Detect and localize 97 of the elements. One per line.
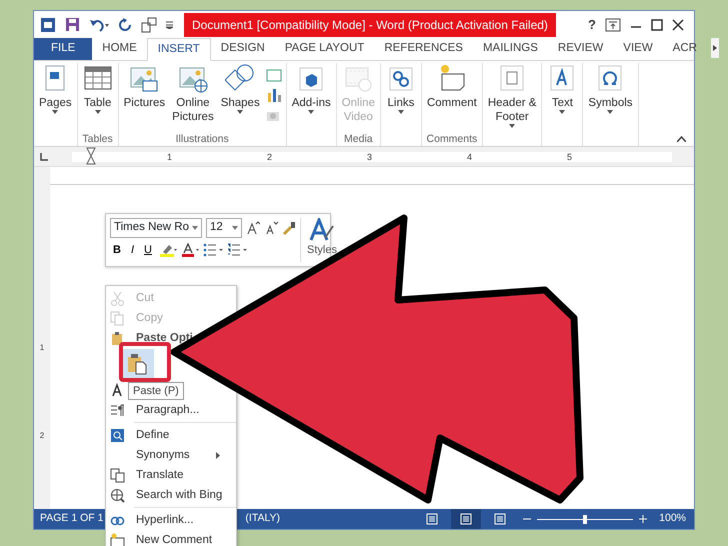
ribbon-tab[interactable]: DESIGN <box>210 38 275 60</box>
copy-icon <box>110 310 125 326</box>
save-icon[interactable] <box>65 17 80 32</box>
dropdown-caret-icon <box>232 226 238 230</box>
submenu-arrow-icon <box>216 452 220 458</box>
font-size-field[interactable]: 12 <box>206 218 242 238</box>
bullet-list-icon[interactable] <box>202 243 223 258</box>
print-layout-icon <box>460 513 472 525</box>
ribbon-button[interactable]: Add-ins <box>290 63 333 132</box>
app-logo-icon[interactable] <box>40 16 56 32</box>
screenshot-tool-icon[interactable] <box>264 67 283 83</box>
redo-icon[interactable] <box>118 18 132 32</box>
book-search-icon <box>110 428 125 442</box>
clipboard-icon <box>110 330 125 346</box>
paragraph-icon <box>110 402 125 418</box>
numbered-list-icon[interactable] <box>226 243 247 258</box>
ruler-number: 2 <box>266 152 272 162</box>
ribbon-button[interactable]: Text <box>545 63 580 132</box>
scissors-icon <box>110 290 125 306</box>
dropdown-caret-icon <box>308 110 314 114</box>
ribbon-button[interactable]: Comment <box>424 63 479 132</box>
ruler-number: 2 <box>40 430 44 442</box>
ribbon-button[interactable]: Links <box>384 63 418 132</box>
file-tab[interactable]: FILE <box>34 38 92 60</box>
dropdown-caret-icon <box>559 110 566 114</box>
menu-item[interactable]: Search with Bing <box>106 485 228 505</box>
ribbon-tab[interactable]: PAGE LAYOUT <box>274 38 374 60</box>
highlighter-icon[interactable] <box>158 243 177 258</box>
ribbon-button[interactable]: Pictures <box>122 63 168 132</box>
page-count[interactable]: PAGE 1 OF 1 <box>40 511 104 527</box>
menu-item[interactable]: Paragraph... <box>106 400 206 420</box>
ribbon-button[interactable]: Pages <box>37 63 74 132</box>
ribbon-tab[interactable]: REFERENCES <box>374 38 473 60</box>
ribbon-display-icon[interactable] <box>605 18 621 32</box>
scroll-right-icon[interactable] <box>710 38 719 58</box>
web-layout-icon <box>494 513 506 525</box>
ruler-number: 5 <box>566 152 572 162</box>
menu-item[interactable]: Define <box>106 425 176 445</box>
menu-item[interactable]: Translate <box>106 465 190 485</box>
dropdown-caret-icon <box>52 110 58 114</box>
indent-marker-icon[interactable] <box>86 146 96 166</box>
shapes-icon <box>225 63 256 93</box>
close-icon[interactable] <box>672 18 684 30</box>
styles-icon <box>308 218 335 242</box>
globe-search-icon <box>110 488 125 502</box>
clipboard-icon <box>127 353 147 375</box>
tooltip: Paste (P) <box>128 382 184 400</box>
tab-selector-icon[interactable] <box>40 152 48 160</box>
ribbon-tab[interactable]: HOME <box>92 38 147 60</box>
ribbon-button[interactable]: Table <box>80 63 115 132</box>
translate-icon <box>110 468 125 482</box>
window-title: Document1 [Compatibility Mode] - Word (Product Activation Failed) <box>184 12 556 36</box>
underline-button[interactable]: U <box>141 242 155 258</box>
language-indicator[interactable]: (ITALY) <box>245 511 280 527</box>
font-name-field[interactable]: Times New Ro <box>110 218 202 238</box>
ribbon-tab[interactable]: VIEW <box>613 38 663 60</box>
ruler-number: 3 <box>366 152 372 162</box>
dropdown-caret-icon <box>237 110 244 114</box>
ribbon-tab[interactable]: MAILINGS <box>472 38 548 60</box>
format-painter-icon[interactable] <box>282 221 296 235</box>
zoom-slider-thumb[interactable] <box>583 514 588 524</box>
menu-item[interactable]: New Comment <box>106 530 218 546</box>
help-button[interactable]: ? <box>588 14 596 34</box>
dropdown-caret-icon <box>509 124 516 128</box>
ribbon-tab[interactable]: REVIEW <box>548 38 614 60</box>
read-mode-icon <box>426 513 438 525</box>
ribbon-tab[interactable]: INSERT <box>146 38 211 61</box>
view-button[interactable] <box>451 509 482 529</box>
ruler-number: 1 <box>166 152 172 162</box>
group-label: Comments <box>426 132 478 146</box>
ribbon-button[interactable]: Header & Footer <box>486 63 538 132</box>
ruler-number: 1 <box>40 342 44 354</box>
shrink-font-icon[interactable] <box>264 221 278 235</box>
dropdown-caret-icon <box>192 226 198 230</box>
undo-icon[interactable] <box>89 18 109 32</box>
ribbon-button[interactable]: Online Pictures <box>170 63 216 132</box>
collapse-ribbon-icon[interactable] <box>677 136 686 142</box>
dropdown-caret-icon <box>94 110 101 114</box>
zoom-level[interactable]: 100% <box>659 511 686 527</box>
dropdown-caret-icon <box>398 110 404 114</box>
italic-button[interactable]: I <box>128 242 138 258</box>
ribbon-button[interactable]: Shapes <box>218 63 262 132</box>
group-label: Media <box>343 132 374 146</box>
ribbon-button[interactable]: Symbols <box>586 63 635 132</box>
grow-font-icon[interactable] <box>246 221 260 235</box>
menu-item[interactable]: Synonyms <box>106 445 236 465</box>
font-color-icon[interactable] <box>180 243 199 258</box>
dropdown-caret-icon <box>607 110 614 114</box>
ruler-number: 4 <box>466 152 472 162</box>
customize-icon[interactable] <box>166 20 173 28</box>
group-label: Illustrations <box>174 132 230 146</box>
menu-item[interactable]: Hyperlink... <box>106 510 200 530</box>
maximize-icon[interactable] <box>651 18 663 30</box>
bold-button[interactable]: B <box>110 242 124 258</box>
group-label: Tables <box>81 132 114 146</box>
zoom-in-icon[interactable] <box>639 515 648 523</box>
touch-mode-icon[interactable] <box>141 16 157 32</box>
